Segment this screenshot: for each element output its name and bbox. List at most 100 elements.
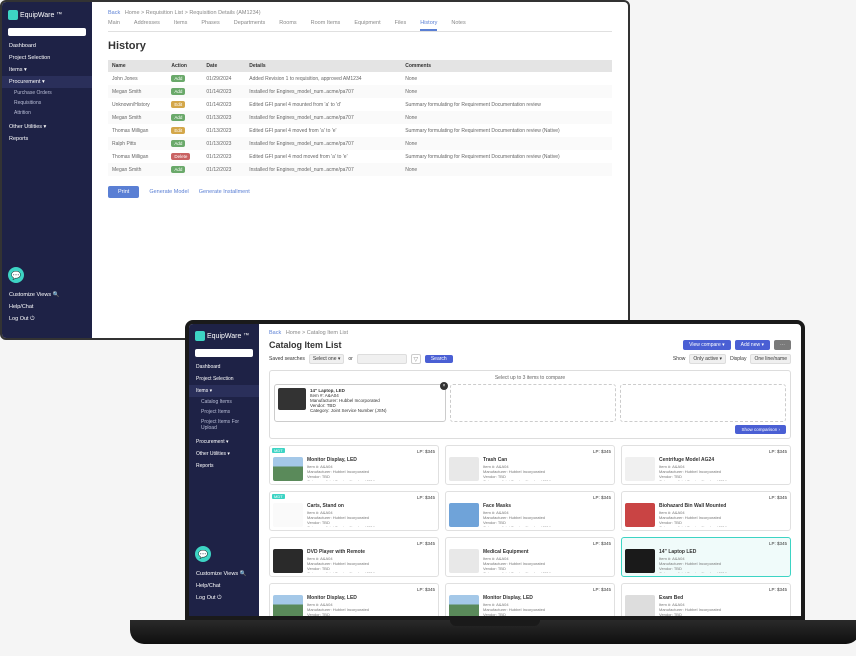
chat-fab[interactable]: 💬 <box>195 546 211 562</box>
sidebar: EquipWare™ DashboardProject SelectionIte… <box>2 2 92 338</box>
page-title: Catalog Item List <box>269 340 342 350</box>
sidebar-sub-item[interactable]: Catalog Items <box>189 397 259 407</box>
tab[interactable]: Notes <box>451 20 465 27</box>
show-comparison-button[interactable]: Show comparison › <box>735 425 786 434</box>
sidebar-bottom-link[interactable]: Log Out ⏻ <box>8 313 86 326</box>
sidebar-search[interactable] <box>195 349 253 357</box>
compare-slot-empty[interactable] <box>620 384 786 422</box>
sidebar-bottom-link[interactable]: Help/Chat <box>8 301 86 313</box>
display-select[interactable]: One line/name <box>750 354 791 364</box>
catalog-card[interactable]: LP: $345Medical EquipmentItem #: A&A04Ma… <box>445 537 615 577</box>
sidebar-bottom-link[interactable]: Help/Chat <box>195 580 253 592</box>
search-input[interactable] <box>357 354 407 364</box>
card-thumbnail <box>625 457 655 481</box>
catalog-card[interactable]: LP: $345Monitor Display, LEDItem #: A&A0… <box>445 583 615 616</box>
back-link[interactable]: Back <box>108 10 120 16</box>
card-price: LP: $345 <box>769 587 787 592</box>
saved-searches-select[interactable]: Select one ▾ <box>309 354 345 364</box>
action-badge: Edit <box>171 127 185 134</box>
sidebar-sub-item[interactable]: Purchase Orders <box>2 88 92 98</box>
compare-bar: Select up to 3 items to compare × 14" La… <box>269 370 791 439</box>
sidebar-search[interactable] <box>8 28 86 36</box>
tab[interactable]: Files <box>395 20 407 27</box>
brand-logo: EquipWare™ <box>189 329 259 347</box>
card-price: LP: $345 <box>769 449 787 454</box>
tab[interactable]: Items <box>174 20 187 27</box>
sidebar-item[interactable]: Project Selection <box>2 52 92 64</box>
compare-slot-filled[interactable]: × 14" Laptop, LED Item #: A&A04 Manufact… <box>274 384 446 422</box>
catalog-card[interactable]: LP: $345Monitor Display, LEDItem #: A&A0… <box>269 583 439 616</box>
generate-model-link[interactable]: Generate Model <box>149 186 188 198</box>
card-tag: MDT <box>272 494 285 499</box>
sidebar-item[interactable]: Reports <box>2 133 92 145</box>
filter-icon[interactable]: ▽ <box>411 354 421 364</box>
show-select[interactable]: Only active ▾ <box>689 354 726 364</box>
chat-fab[interactable]: 💬 <box>8 267 24 283</box>
catalog-card[interactable]: MDTLP: $345Carts, Stand onItem #: A&A04M… <box>269 491 439 531</box>
sidebar-bottom-link[interactable]: Customize Views 🔍 <box>195 568 253 580</box>
header-button[interactable]: View compare ▾ <box>683 340 731 350</box>
tab[interactable]: Departments <box>234 20 266 27</box>
sidebar-sub-item[interactable]: Requisitions <box>2 98 92 108</box>
tab[interactable]: Main <box>108 20 120 27</box>
sidebar-item[interactable]: Reports <box>189 460 259 472</box>
tab[interactable]: History <box>420 20 437 31</box>
tabs: Main Addresses Items Phases Departments Rooms… <box>108 20 612 32</box>
sidebar: EquipWare™ DashboardProject SelectionIte… <box>189 324 259 616</box>
print-button[interactable]: Print <box>108 186 139 198</box>
catalog-card[interactable]: MDTLP: $345Monitor Display, LEDItem #: A… <box>269 445 439 485</box>
catalog-card[interactable]: LP: $345Centrifuge Model AG24Item #: A&A… <box>621 445 791 485</box>
table-row[interactable]: Megan SmithAdd01/13/2023Installed for En… <box>108 111 612 124</box>
table-row[interactable]: Megan SmithAdd01/14/2023Installed for En… <box>108 85 612 98</box>
card-thumbnail <box>273 549 303 573</box>
sidebar-item[interactable]: Procurement ▾ <box>2 76 92 88</box>
card-price: LP: $345 <box>417 587 435 592</box>
catalog-card[interactable]: LP: $345Exam BedItem #: A&A04Manufacture… <box>621 583 791 616</box>
tab[interactable]: Addresses <box>134 20 160 27</box>
catalog-card[interactable]: LP: $345DVD Player with RemoteItem #: A&… <box>269 537 439 577</box>
sidebar-sub-item[interactable]: Project Items For Upload <box>189 417 259 433</box>
table-row[interactable]: Thomas MilliganEdit01/13/2023Edited GFI … <box>108 124 612 137</box>
tab[interactable]: Equipment <box>354 20 380 27</box>
back-link[interactable]: Back <box>269 330 281 336</box>
table-header: Details <box>245 60 401 72</box>
table-row[interactable]: John JonesAdd01/29/2024Added Revision 1 … <box>108 72 612 85</box>
sidebar-item[interactable]: Other Utilities ▾ <box>2 121 92 133</box>
sidebar-item[interactable]: Dashboard <box>2 40 92 52</box>
sidebar-item[interactable]: Dashboard <box>189 361 259 373</box>
compare-slot-empty[interactable] <box>450 384 616 422</box>
catalog-card[interactable]: LP: $34514" Laptop LEDItem #: A&A04Manuf… <box>621 537 791 577</box>
sidebar-sub-item[interactable]: Attrition <box>2 108 92 118</box>
table-row[interactable]: Unknown/HistoryEdit01/14/2023Edited GFI … <box>108 98 612 111</box>
table-header: Action <box>167 60 202 72</box>
compare-heading: Select up to 3 items to compare <box>274 375 786 381</box>
table-row[interactable]: Thomas MilliganDelete01/12/2023Edited GF… <box>108 150 612 163</box>
brand-text: EquipWare <box>20 12 54 19</box>
sidebar-sub-item[interactable]: Project Items <box>189 407 259 417</box>
tab[interactable]: Rooms <box>279 20 296 27</box>
action-badge: Edit <box>171 101 185 108</box>
sidebar-item[interactable]: Procurement ▾ <box>189 436 259 448</box>
header-button[interactable]: Add new ▾ <box>735 340 770 350</box>
sidebar-bottom-link[interactable]: Customize Views 🔍 <box>8 289 86 301</box>
breadcrumb: Back Home > Catalog Item List <box>269 330 791 336</box>
close-icon[interactable]: × <box>440 382 448 390</box>
catalog-card[interactable]: LP: $345Biohazard Bin Wall MountedItem #… <box>621 491 791 531</box>
sidebar-bottom-link[interactable]: Log Out ⏻ <box>195 592 253 605</box>
sidebar-item[interactable]: Items ▾ <box>189 385 259 397</box>
sidebar-item[interactable]: Project Selection <box>189 373 259 385</box>
tab[interactable]: Room Items <box>311 20 341 27</box>
header-button[interactable]: ⋯ <box>774 340 791 350</box>
sidebar-item[interactable]: Other Utilities ▾ <box>189 448 259 460</box>
breadcrumb: Back Home > Requisition List > Requisiti… <box>108 10 612 16</box>
catalog-card[interactable]: LP: $345Trash CanItem #: A&A04Manufactur… <box>445 445 615 485</box>
sidebar-item[interactable]: Items ▾ <box>2 64 92 76</box>
display-label: Display <box>730 356 746 362</box>
tab[interactable]: Phases <box>201 20 219 27</box>
catalog-card[interactable]: LP: $345Face MasksItem #: A&A04Manufactu… <box>445 491 615 531</box>
generate-installment-link[interactable]: Generate Installment <box>199 186 250 198</box>
main-content: Back Home > Requisition List > Requisiti… <box>92 2 628 338</box>
table-row[interactable]: Megan SmithAdd01/12/2023Installed for En… <box>108 163 612 176</box>
search-button[interactable]: Search <box>425 355 453 363</box>
table-row[interactable]: Ralph PittsAdd01/13/2023Installed for En… <box>108 137 612 150</box>
